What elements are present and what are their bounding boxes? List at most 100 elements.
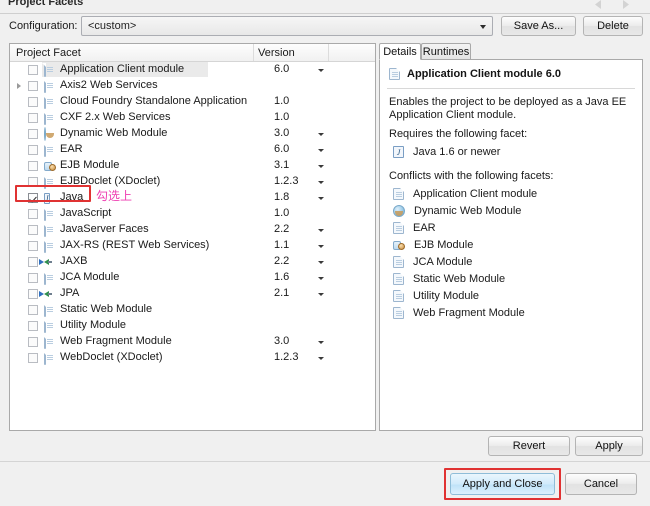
facet-checkbox[interactable] <box>28 161 38 171</box>
version-dropdown-icon[interactable] <box>318 293 324 296</box>
table-row[interactable]: Dynamic Web Module 3.0 <box>10 126 375 142</box>
facet-label: JCA Module <box>60 271 120 283</box>
conflict-item: Dynamic Web Module <box>393 205 521 217</box>
configuration-combo[interactable]: <custom> <box>81 16 493 36</box>
table-row[interactable]: WebDoclet (XDoclet) 1.2.3 <box>10 350 375 366</box>
version-dropdown-icon[interactable] <box>318 133 324 136</box>
project-facet-list[interactable]: Project Facet Version Application Client… <box>9 43 376 431</box>
configuration-value: <custom> <box>88 20 137 32</box>
facet-label: Static Web Module <box>60 303 153 315</box>
facet-checkbox[interactable] <box>28 81 38 91</box>
save-as-button[interactable]: Save As... <box>501 16 576 36</box>
facet-version: 2.2 <box>274 223 290 235</box>
table-row[interactable]: Application Client module 6.0 <box>10 62 375 78</box>
conflict-item-label: JCA Module <box>413 256 473 268</box>
facet-checkbox[interactable] <box>28 225 38 235</box>
conflict-item-label: Dynamic Web Module <box>414 205 522 217</box>
table-row[interactable]: JCA Module 1.6 <box>10 270 375 286</box>
version-dropdown-icon[interactable] <box>318 229 324 232</box>
facet-icon <box>44 319 56 333</box>
facet-label: Axis2 Web Services <box>60 79 158 91</box>
delete-button[interactable]: Delete <box>583 16 643 36</box>
facet-version: 2.1 <box>274 287 290 299</box>
doc-icon <box>44 239 46 253</box>
doc-icon <box>44 335 46 349</box>
facet-rows: Application Client module 6.0 Axis2 Web Se… <box>10 62 375 366</box>
bottom-divider <box>0 461 650 462</box>
facet-checkbox[interactable] <box>28 65 38 75</box>
facet-label: JavaServer Faces <box>60 223 149 235</box>
nav-forward-icon[interactable] <box>614 0 636 11</box>
facet-icon <box>44 223 56 237</box>
version-dropdown-icon[interactable] <box>318 69 324 72</box>
facet-label: Application Client module <box>60 63 185 75</box>
version-dropdown-icon[interactable] <box>318 165 324 168</box>
facet-checkbox[interactable] <box>28 273 38 283</box>
version-dropdown-icon[interactable] <box>318 181 324 184</box>
facet-icon <box>44 111 56 125</box>
apply-and-close-highlight <box>444 468 561 500</box>
table-header: Project Facet Version <box>10 44 375 62</box>
table-row[interactable]: JAXB 2.2 <box>10 254 375 270</box>
facet-checkbox[interactable] <box>28 337 38 347</box>
tab-details[interactable]: Details <box>379 43 421 60</box>
table-row[interactable]: Web Fragment Module 3.0 <box>10 334 375 350</box>
version-dropdown-icon[interactable] <box>318 341 324 344</box>
table-row[interactable]: Cloud Foundry Standalone Application 1.0 <box>10 94 375 110</box>
table-row[interactable]: Static Web Module <box>10 302 375 318</box>
facet-checkbox[interactable] <box>28 241 38 251</box>
table-row[interactable]: JAX-RS (REST Web Services) 1.1 <box>10 238 375 254</box>
cancel-button[interactable]: Cancel <box>565 473 637 495</box>
version-dropdown-icon[interactable] <box>318 245 324 248</box>
facet-checkbox[interactable] <box>28 209 38 219</box>
facet-label: JAXB <box>60 255 88 267</box>
facet-checkbox[interactable] <box>28 353 38 363</box>
facet-checkbox[interactable] <box>28 129 38 139</box>
conflict-item-label: Utility Module <box>413 290 480 302</box>
version-dropdown-icon[interactable] <box>318 261 324 264</box>
doc-icon <box>44 207 46 221</box>
table-row[interactable]: Utility Module <box>10 318 375 334</box>
doc-icon <box>44 303 46 317</box>
facet-checkbox[interactable] <box>28 305 38 315</box>
apply-button[interactable]: Apply <box>575 436 643 456</box>
project-facets-dialog: Project Facets Configuration: <custom> S… <box>0 0 650 506</box>
table-row[interactable]: JavaServer Faces 2.2 <box>10 222 375 238</box>
facet-label: Web Fragment Module <box>60 335 172 347</box>
version-dropdown-icon[interactable] <box>318 357 324 360</box>
tab-runtimes[interactable]: Runtimes <box>421 43 471 60</box>
facet-checkbox[interactable] <box>28 97 38 107</box>
conflict-item: Utility Module <box>393 290 479 302</box>
column-header-facet[interactable]: Project Facet <box>16 47 81 59</box>
conflict-item: Application Client module <box>393 188 537 200</box>
facet-label: Cloud Foundry Standalone Application <box>60 95 248 107</box>
conflict-item-label: EAR <box>413 222 436 234</box>
configuration-label: Configuration: <box>9 20 78 32</box>
doc-icon <box>44 351 46 365</box>
facet-checkbox[interactable] <box>28 145 38 155</box>
facet-checkbox[interactable] <box>28 257 38 267</box>
revert-button[interactable]: Revert <box>488 436 570 456</box>
table-row[interactable]: Axis2 Web Services <box>10 78 375 94</box>
facet-checkbox[interactable] <box>28 289 38 299</box>
version-dropdown-icon[interactable] <box>318 197 324 200</box>
nav-back-icon[interactable] <box>588 0 610 11</box>
version-dropdown-icon[interactable] <box>318 149 324 152</box>
facet-checkbox[interactable] <box>28 321 38 331</box>
table-row[interactable]: EJB Module 3.1 <box>10 158 375 174</box>
conflict-item: JCA Module <box>393 256 472 268</box>
details-panel: Application Client module 6.0 Enables th… <box>379 59 643 431</box>
doc-icon <box>393 307 404 319</box>
table-row[interactable]: JPA 2.1 <box>10 286 375 302</box>
facet-icon <box>44 63 56 77</box>
expand-arrow-icon[interactable] <box>17 83 21 89</box>
details-heading-row: Application Client module 6.0 <box>389 68 561 80</box>
table-row[interactable]: EAR 6.0 <box>10 142 375 158</box>
facet-checkbox[interactable] <box>28 113 38 123</box>
doc-icon <box>393 256 404 268</box>
java-annotation-text: 勾选上 <box>96 189 133 203</box>
table-row[interactable]: JavaScript 1.0 <box>10 206 375 222</box>
version-dropdown-icon[interactable] <box>318 277 324 280</box>
column-header-version[interactable]: Version <box>258 47 295 59</box>
table-row[interactable]: CXF 2.x Web Services 1.0 <box>10 110 375 126</box>
